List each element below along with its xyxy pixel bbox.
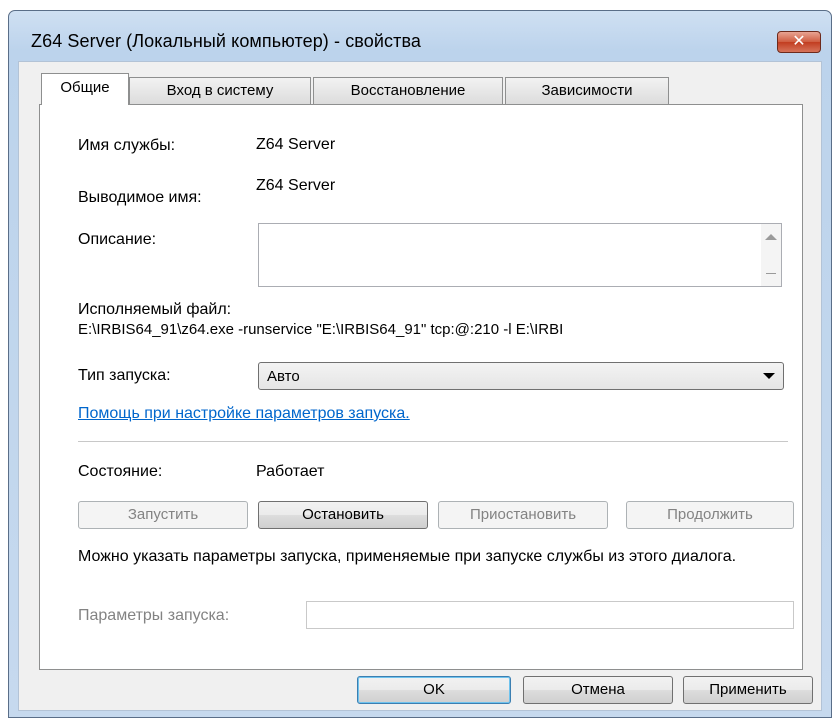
separator <box>78 441 788 443</box>
close-button[interactable]: ✕ <box>777 31 821 53</box>
cancel-button[interactable]: Отмена <box>523 676 673 704</box>
startup-params-input[interactable] <box>306 601 794 629</box>
service-name-label: Имя службы: <box>78 137 176 154</box>
dialog-client-area: Общие Вход в систему Восстановление Зави… <box>18 61 822 711</box>
close-icon: ✕ <box>792 33 806 50</box>
description-field[interactable] <box>258 223 782 287</box>
tab-recovery[interactable]: Восстановление <box>313 77 503 104</box>
executable-label: Исполняемый файл: <box>78 301 232 318</box>
service-name-value: Z64 Server <box>256 136 336 153</box>
executable-path: E:\IRBIS64_91\z64.exe -runservice "E:\IR… <box>78 321 564 338</box>
title-bar[interactable]: Z64 Server (Локальный компьютер) - свойс… <box>9 11 831 57</box>
description-scrollbar[interactable] <box>761 224 781 286</box>
start-button[interactable]: Запустить <box>78 501 248 529</box>
tab-dependencies-label: Зависимости <box>541 82 633 99</box>
tab-recovery-label: Восстановление <box>350 82 466 99</box>
startup-type-value: Авто <box>267 368 300 385</box>
tab-general-label: Общие <box>60 79 110 96</box>
tab-dependencies[interactable]: Зависимости <box>505 77 669 104</box>
pause-button[interactable]: Приостановить <box>438 501 608 529</box>
ok-button[interactable]: OK <box>357 676 511 704</box>
tab-general[interactable]: Общие <box>41 73 129 105</box>
scroll-down-icon[interactable] <box>766 273 776 274</box>
startup-params-note: Можно указать параметры запуска, применя… <box>78 548 737 565</box>
tab-logon-label: Вход в систему <box>166 82 274 99</box>
status-label: Состояние: <box>78 463 163 480</box>
display-name-label: Выводимое имя: <box>78 189 202 206</box>
stop-button[interactable]: Остановить <box>258 501 428 529</box>
general-tab-panel: Имя службы: Z64 Server Выводимое имя: Z6… <box>39 104 803 670</box>
description-label: Описание: <box>78 231 157 248</box>
startup-type-label: Тип запуска: <box>78 367 171 384</box>
resume-button[interactable]: Продолжить <box>626 501 794 529</box>
window-title: Z64 Server (Локальный компьютер) - свойс… <box>31 31 422 51</box>
apply-button[interactable]: Применить <box>683 676 813 704</box>
service-properties-window: Z64 Server (Локальный компьютер) - свойс… <box>8 10 832 718</box>
startup-params-label: Параметры запуска: <box>78 607 230 624</box>
status-value: Работает <box>256 463 325 480</box>
startup-help-link[interactable]: Помощь при настройке параметров запуска. <box>78 405 410 423</box>
startup-type-dropdown[interactable]: Авто <box>258 362 784 390</box>
display-name-value: Z64 Server <box>256 177 336 194</box>
scroll-up-icon[interactable] <box>765 234 777 240</box>
tab-logon[interactable]: Вход в систему <box>129 77 311 104</box>
chevron-down-icon <box>763 373 775 379</box>
